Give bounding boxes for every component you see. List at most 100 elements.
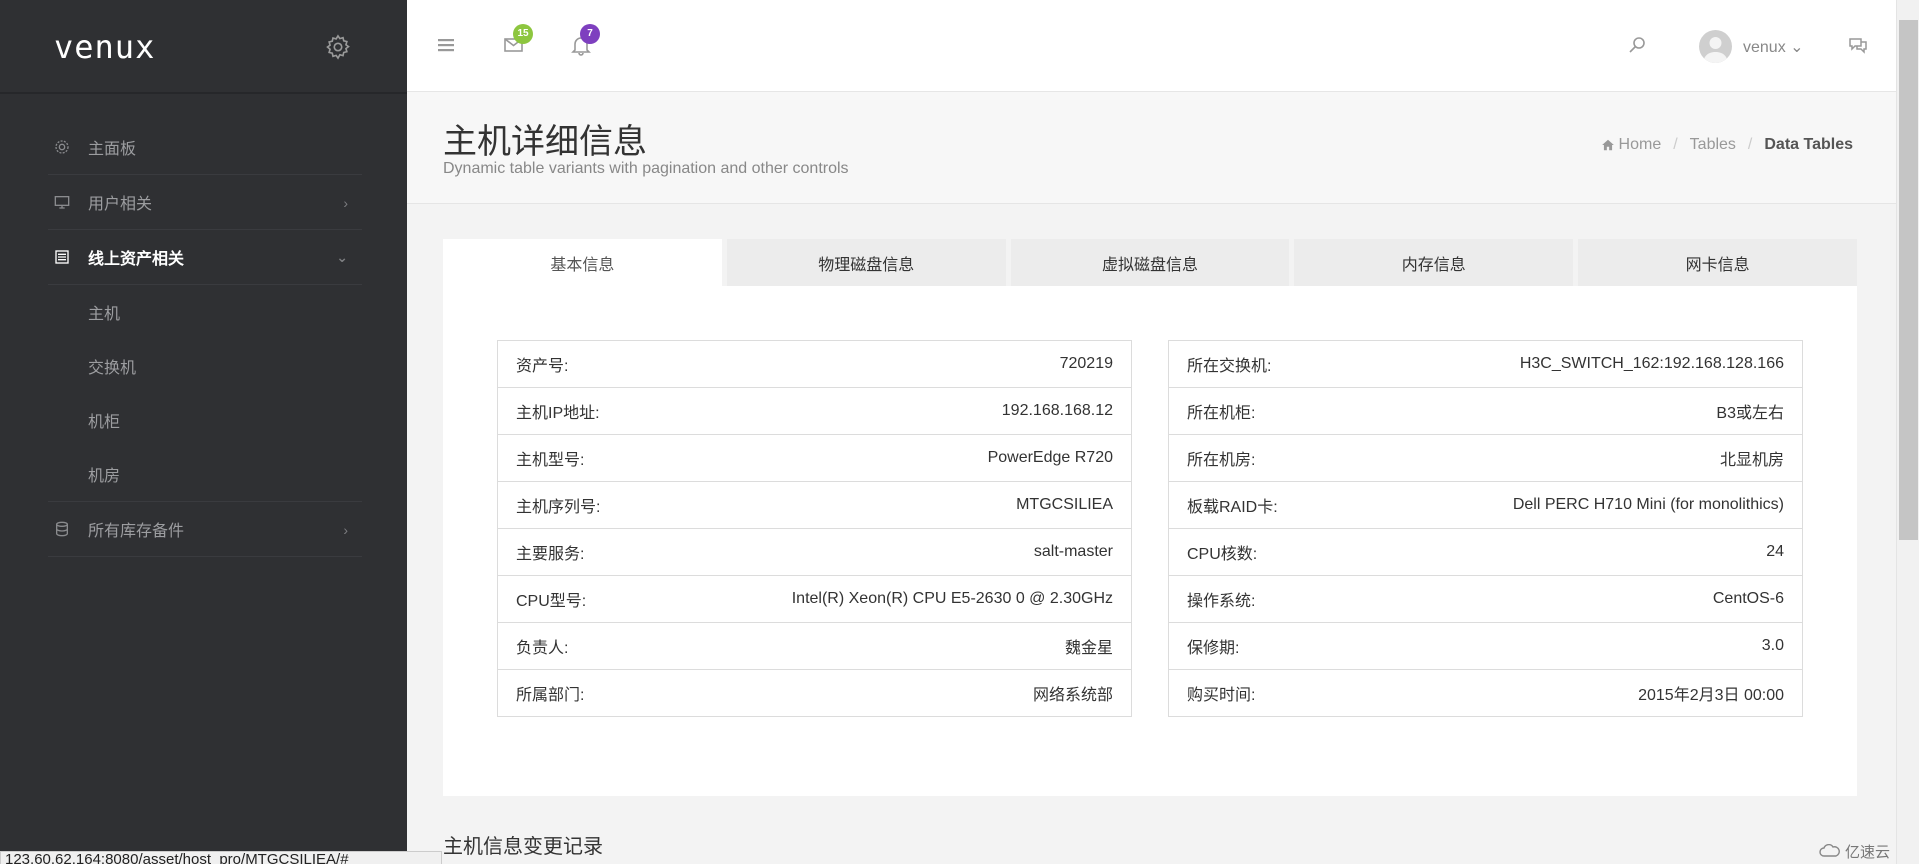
sidebar-item-spare-inventory[interactable]: 所有库存备件 › <box>48 502 362 557</box>
row-value: CentOS-6 <box>1712 590 1784 607</box>
row-value: 720219 <box>1059 355 1113 372</box>
row-key: 主机IP地址: <box>516 405 600 422</box>
row-value: 网络系统部 <box>1032 687 1113 704</box>
table-row: 所在交换机: H3C_SWITCH_162:192.168.128.166 <box>1169 341 1802 388</box>
search-icon[interactable] <box>1626 34 1648 56</box>
top-header: 15 7 venux ⌄ <box>407 0 1896 92</box>
sidebar-subitem-hosts[interactable]: 主机 <box>48 285 362 339</box>
tab-virtual-disks[interactable]: 虚拟磁盘信息 <box>1010 239 1290 286</box>
table-row: 所在机房: 北显机房 <box>1169 435 1802 482</box>
page-header: 主机详细信息 Dynamic table variants with pagin… <box>407 92 1896 204</box>
watermark-text: 亿速云 <box>1844 843 1890 861</box>
row-key: 负责人: <box>516 640 569 657</box>
settings-gear-icon[interactable] <box>324 33 352 61</box>
notifications-button[interactable]: 7 <box>570 24 600 56</box>
basic-info-table-right: 所在交换机: H3C_SWITCH_162:192.168.128.166 所在机… <box>1168 340 1803 717</box>
breadcrumb-tables[interactable]: Tables <box>1690 136 1736 154</box>
breadcrumb-separator: / <box>1747 136 1753 153</box>
table-row: 操作系统: CentOS-6 <box>1169 576 1802 623</box>
table-row: CPU核数: 24 <box>1169 529 1802 576</box>
table-row: 板载RAID卡: Dell PERC H710 Mini (for monolit… <box>1169 482 1802 529</box>
row-key: 主机型号: <box>516 452 585 469</box>
user-name: venux <box>1743 39 1786 56</box>
chevron-right-icon: › <box>343 194 348 211</box>
tab-network-cards[interactable]: 网卡信息 <box>1578 239 1857 286</box>
dashboard-gear-icon <box>48 139 80 155</box>
table-row: CPU型号: Intel(R) Xeon(R) CPU E5-2630 0 @ 2… <box>498 576 1131 623</box>
tab-memory[interactable]: 内存信息 <box>1294 239 1574 286</box>
database-icon <box>48 521 80 537</box>
sidebar-item-online-assets[interactable]: 线上资产相关 ⌄ <box>48 230 362 285</box>
hamburger-menu-icon[interactable] <box>436 34 458 56</box>
breadcrumb-home[interactable]: Home <box>1619 136 1662 154</box>
row-key: 主机序列号: <box>516 499 601 516</box>
avatar[interactable] <box>1699 30 1732 63</box>
row-key: 所在交换机: <box>1187 358 1272 375</box>
row-value: PowerEdge R720 <box>987 449 1113 466</box>
home-icon <box>1601 139 1614 151</box>
row-key: 板载RAID卡: <box>1187 499 1278 516</box>
table-row: 购买时间: 2015年2月3日 00:00 <box>1169 670 1802 717</box>
sidebar-subitem-cabinets[interactable]: 机柜 <box>48 393 362 447</box>
table-row: 资产号: 720219 <box>498 341 1131 388</box>
row-value: 2015年2月3日 00:00 <box>1638 687 1784 704</box>
row-key: 主要服务: <box>516 546 585 563</box>
browser-status-url: 123.60.62.164:8080/asset/host_pro/MTGCSI… <box>0 851 442 864</box>
table-row: 主机序列号: MTGCSILIEA <box>498 482 1131 529</box>
user-menu[interactable]: venux ⌄ <box>1743 37 1804 57</box>
sidebar-subitem-switches[interactable]: 交换机 <box>48 339 362 393</box>
table-row: 保修期: 3.0 <box>1169 623 1802 670</box>
sidebar-item-label: 所有库存备件 <box>88 523 185 540</box>
basic-info-table-left: 资产号: 720219 主机IP地址: 192.168.168.12 主机型号: Po… <box>497 340 1132 717</box>
brand-logo[interactable]: venux <box>54 28 155 66</box>
row-key: CPU核数: <box>1187 546 1258 563</box>
row-key: 购买时间: <box>1187 687 1256 704</box>
row-value: 3.0 <box>1761 637 1784 654</box>
notification-count-badge: 7 <box>580 24 600 44</box>
sidebar-item-label: 用户相关 <box>88 196 153 213</box>
table-row: 主机型号: PowerEdge R720 <box>498 435 1131 482</box>
host-detail-panel: 基本信息 物理磁盘信息 虚拟磁盘信息 内存信息 网卡信息 资产号: 720219 … <box>443 239 1857 796</box>
page-subtitle: Dynamic table variants with pagination a… <box>443 160 849 177</box>
tab-physical-disks[interactable]: 物理磁盘信息 <box>726 239 1006 286</box>
row-value: 魏金星 <box>1064 640 1113 657</box>
table-row: 主机IP地址: 192.168.168.12 <box>498 388 1131 435</box>
chevron-right-icon: › <box>343 521 348 538</box>
brand-divider <box>0 92 407 94</box>
row-value: 192.168.168.12 <box>1001 402 1113 419</box>
chevron-down-icon: ⌄ <box>336 249 348 265</box>
chat-bubbles-icon[interactable] <box>1847 34 1869 56</box>
row-key: 所在机房: <box>1187 452 1256 469</box>
change-log-title: 主机信息变更记录 <box>443 836 603 858</box>
row-key: 保修期: <box>1187 640 1240 657</box>
user-silhouette-icon <box>1703 37 1728 63</box>
mail-button[interactable]: 15 <box>503 24 533 56</box>
watermark: 亿速云 <box>1808 838 1896 864</box>
row-value: 北显机房 <box>1719 452 1784 469</box>
sidebar-submenu: 主机 交换机 机柜 机房 <box>48 285 362 502</box>
vertical-scrollbar[interactable] <box>1896 0 1919 864</box>
breadcrumb: Home / Tables / Data Tables <box>1601 136 1853 154</box>
sidebar-nav: 主面板 用户相关 › 线上资产相关 ⌄ 主机 交换机 机柜 机房 所有库存备件 … <box>48 120 362 557</box>
table-row: 主要服务: salt-master <box>498 529 1131 576</box>
breadcrumb-current: Data Tables <box>1764 136 1853 153</box>
chevron-down-icon: ⌄ <box>1790 39 1804 56</box>
sidebar-item-label: 主面板 <box>88 141 137 158</box>
row-key: 所在机柜: <box>1187 405 1256 422</box>
row-value: B3或左右 <box>1716 405 1784 422</box>
sidebar: venux 主面板 用户相关 › 线上资产相关 ⌄ 主机 交换机 机柜 机房 所… <box>0 0 407 864</box>
row-value: H3C_SWITCH_162:192.168.128.166 <box>1519 355 1784 372</box>
monitor-icon <box>48 194 80 210</box>
sidebar-item-dashboard[interactable]: 主面板 <box>48 120 362 175</box>
tab-bar: 基本信息 物理磁盘信息 虚拟磁盘信息 内存信息 网卡信息 <box>443 239 1857 286</box>
scrollbar-thumb[interactable] <box>1899 20 1918 540</box>
mail-count-badge: 15 <box>513 24 533 44</box>
row-value: 24 <box>1766 543 1784 560</box>
sidebar-subitem-datacenters[interactable]: 机房 <box>48 447 362 501</box>
server-list-icon <box>48 249 80 265</box>
sidebar-item-users[interactable]: 用户相关 › <box>48 175 362 230</box>
row-value: salt-master <box>1033 543 1113 560</box>
tab-basic-info[interactable]: 基本信息 <box>443 239 722 286</box>
table-row: 所在机柜: B3或左右 <box>1169 388 1802 435</box>
row-value: Dell PERC H710 Mini (for monolithics) <box>1512 496 1784 513</box>
